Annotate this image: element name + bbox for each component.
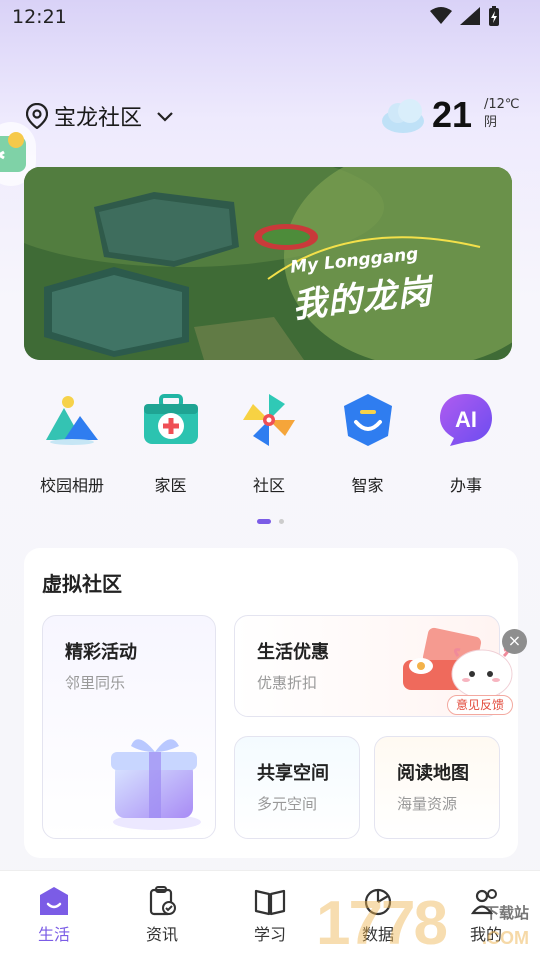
mountain-photo-icon: [42, 390, 102, 450]
home-smile-icon: [38, 885, 70, 917]
banner-aerial-image: [24, 167, 512, 360]
chevron-down-icon: [157, 112, 173, 122]
weather-text: 阴: [484, 115, 498, 130]
smile-shield-icon: [338, 390, 398, 450]
page-dot-active: [257, 519, 271, 524]
close-icon[interactable]: ×: [502, 629, 527, 654]
card-subtitle: 邻里同乐: [65, 674, 126, 692]
site-watermark: 1778 下载站 .COM: [316, 884, 540, 958]
page-dot: [279, 519, 284, 524]
card-subtitle: 优惠折扣: [257, 674, 318, 692]
watermark-domain: .COM: [482, 928, 529, 948]
quick-action-label: 家医: [154, 476, 187, 495]
tab-news[interactable]: 资讯: [108, 871, 216, 960]
tab-label: 学习: [253, 925, 286, 944]
quick-action-label: 智家: [351, 476, 384, 495]
book-icon: [254, 885, 286, 917]
tab-label: 生活: [37, 925, 70, 944]
location-selector[interactable]: 宝龙社区: [26, 100, 176, 132]
ai-chat-icon: AI: [436, 390, 496, 450]
hero-banner[interactable]: My Longgang 我的龙岗: [24, 167, 512, 360]
card-subtitle: 海量资源: [397, 795, 458, 813]
card-shared-space[interactable]: 共享空间 多元空间: [234, 736, 360, 839]
pinwheel-icon: [239, 390, 299, 450]
quick-action-family-doctor[interactable]: 家医: [123, 390, 219, 496]
quick-action-label: 校园相册: [39, 476, 104, 495]
quick-action-label: 社区: [252, 476, 285, 495]
panel-title: 虚拟社区: [42, 572, 122, 596]
card-title: 阅读地图: [397, 763, 469, 784]
quick-action-community[interactable]: 社区: [221, 390, 317, 496]
signal-icon: [460, 7, 480, 25]
quick-actions: 校园相册 家医 社区 智家 AI 办事: [24, 390, 514, 496]
battery-icon: [489, 6, 499, 26]
location-name: 宝龙社区: [54, 106, 143, 131]
watermark-site: 下载站: [484, 904, 530, 922]
svg-text:AI: AI: [455, 407, 477, 432]
gift-box-icon: [111, 739, 201, 830]
virtual-community-panel: 虚拟社区 精彩活动 邻里同乐 生活优惠 优惠折扣 共享空间 多元空间 阅读地图 …: [24, 548, 518, 858]
wifi-icon: [430, 7, 452, 24]
quick-action-campus-album[interactable]: 校园相册: [24, 390, 120, 496]
card-title: 精彩活动: [65, 642, 137, 663]
quick-action-label: 办事: [449, 476, 482, 495]
temperature-low: /12℃: [484, 97, 520, 112]
card-reading-map[interactable]: 阅读地图 海量资源: [374, 736, 500, 839]
card-title: 共享空间: [257, 763, 329, 784]
card-subtitle: 多元空间: [257, 795, 318, 813]
medical-kit-icon: [141, 390, 201, 450]
quick-action-smart-home[interactable]: 智家: [320, 390, 416, 496]
status-bar: 12:21: [0, 0, 540, 36]
watermark-number: 1778: [316, 889, 448, 958]
page-indicator: [257, 519, 284, 524]
location-pin-icon: [26, 103, 48, 129]
cloud-icon: [382, 99, 424, 133]
clipboard-check-icon: [146, 885, 178, 917]
quick-action-services[interactable]: AI 办事: [418, 390, 514, 496]
card-title: 生活优惠: [257, 642, 329, 663]
temperature-detail: /12℃ 阴: [484, 96, 520, 132]
temperature-value: 21: [432, 94, 473, 135]
status-icons: [430, 6, 500, 26]
status-time: 12:21: [12, 6, 67, 28]
card-activities[interactable]: 精彩活动 邻里同乐: [42, 615, 216, 839]
feedback-button[interactable]: 意见反馈: [447, 695, 513, 715]
tab-learning[interactable]: 学习: [216, 871, 324, 960]
tab-life[interactable]: 生活: [0, 871, 108, 960]
tab-label: 资讯: [145, 925, 178, 944]
